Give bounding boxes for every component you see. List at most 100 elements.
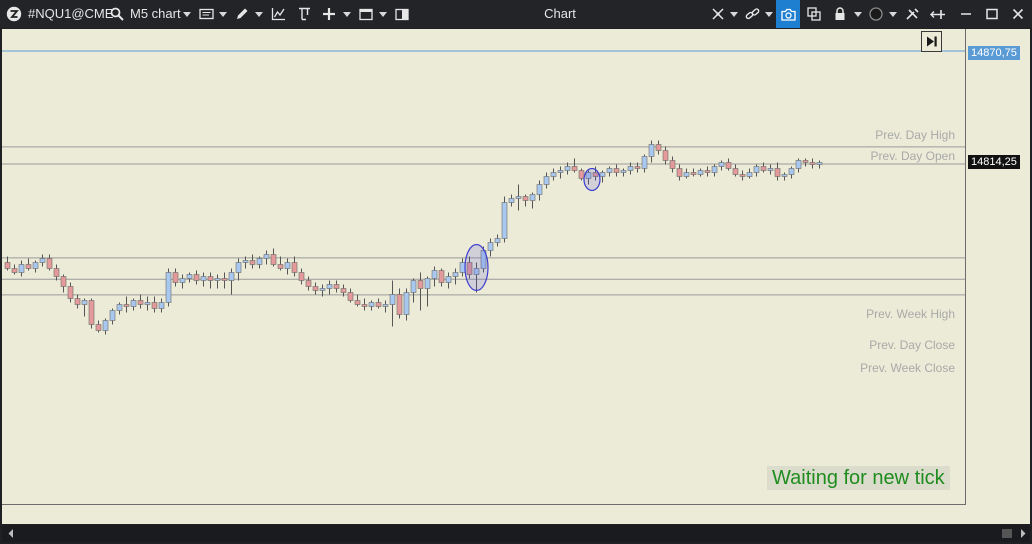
scroll-left-icon[interactable] [6,525,16,542]
candle-body [697,170,704,175]
candle-body [333,284,340,289]
tools-icon[interactable] [902,0,922,28]
add-icon[interactable] [319,0,339,28]
chevron-down-icon[interactable] [763,0,775,28]
candle-body [326,284,333,289]
candle-body [760,166,767,171]
candle-body [95,324,102,331]
timeframe-selector[interactable]: M5 chart [130,0,181,28]
candle-body [557,170,564,173]
candle-body [109,310,116,321]
symbol-label[interactable]: #NQU1@CME [28,0,113,28]
app-logo-icon[interactable] [4,0,24,28]
prev-week-high-label: Prev. Week High [866,307,955,321]
candle-body [200,276,207,281]
candle-body [158,302,165,309]
scrollbar-thumb[interactable] [1002,529,1012,538]
candle-body [459,262,466,273]
candle-body [186,274,193,279]
candle-body [550,172,557,177]
chevron-down-icon[interactable] [728,0,740,28]
candle-body [193,274,200,281]
candle-body [564,166,571,171]
candle-body [144,302,151,305]
candle-body [431,270,438,279]
candle-body [116,304,123,311]
candle-body [340,288,347,293]
candle-body [795,160,802,169]
candle-body [137,300,144,305]
candle-body [256,258,263,265]
prev-day-close-label: Prev. Day Close [869,338,955,352]
candle-body [263,254,270,259]
chevron-down-icon[interactable] [377,0,389,28]
candle-body [571,166,578,171]
candle-body [662,150,669,161]
pin-icon[interactable] [928,0,948,28]
chevron-down-icon[interactable] [341,0,353,28]
candle-body [676,168,683,177]
candle-body [74,298,81,305]
candle-body [242,260,249,263]
status-message: Waiting for new tick [767,466,950,490]
candle-body [11,268,18,273]
candle-body [543,176,550,185]
chart-window: #NQU1@CME M5 chart Chart Prev. Day High … [0,0,1032,544]
link-icon[interactable] [742,0,762,28]
template-icon[interactable] [196,0,216,28]
candle-body [732,168,739,175]
crosshair-icon[interactable] [708,0,728,28]
chart-plot-area[interactable]: Prev. Day High Prev. Day Open Prev. Week… [2,29,966,505]
candle-body [788,168,795,175]
prev-week-close-label: Prev. Week Close [860,361,955,375]
candle-body [627,166,634,171]
maximize-icon[interactable] [982,0,1002,28]
candle-body [207,276,214,281]
candle-body [634,166,641,169]
candle-body [123,304,130,307]
candle-body [18,264,25,273]
search-icon[interactable] [108,0,126,28]
candle-body [53,268,60,277]
indicator-icon[interactable] [268,0,288,28]
strategy-icon[interactable] [294,0,314,28]
scroll-right-icon[interactable] [1018,525,1028,542]
chevron-down-icon[interactable] [887,0,899,28]
horizontal-scrollbar[interactable] [2,525,1030,542]
chevron-down-icon[interactable] [217,0,229,28]
duplicate-icon[interactable] [804,0,824,28]
pattern-highlight-ellipse [583,167,601,192]
candle-body [60,276,67,287]
candle-body [270,254,277,265]
camera-icon[interactable] [776,0,800,28]
candle-body [739,174,746,177]
time-scale[interactable] [2,505,966,524]
candle-body [81,300,88,305]
candlestick-chart[interactable] [2,29,965,504]
close-icon[interactable] [1008,0,1028,28]
candle-body [655,144,662,151]
candle-body [32,262,39,269]
scroll-to-end-button[interactable] [921,31,942,52]
candle-body [102,320,109,331]
split-panel-icon[interactable] [392,0,412,28]
candle-body [669,160,676,169]
candle-body [606,168,613,173]
pen-icon[interactable] [232,0,252,28]
chevron-down-icon[interactable] [852,0,864,28]
lock-icon[interactable] [830,0,850,28]
window-icon[interactable] [356,0,376,28]
candle-body [396,294,403,315]
candle-body [67,286,74,299]
window-title: Chart [544,6,576,21]
candle-body [620,170,627,173]
chevron-down-icon[interactable] [181,0,193,28]
chevron-down-icon[interactable] [253,0,265,28]
candle-body [816,162,823,165]
candle-body [354,300,361,305]
candle-body [417,280,424,289]
color-circle-icon[interactable] [866,0,886,28]
price-scale[interactable]: 14870,75 14814,25 [966,29,1030,524]
minimize-icon[interactable] [956,0,976,28]
candle-body [179,278,186,283]
